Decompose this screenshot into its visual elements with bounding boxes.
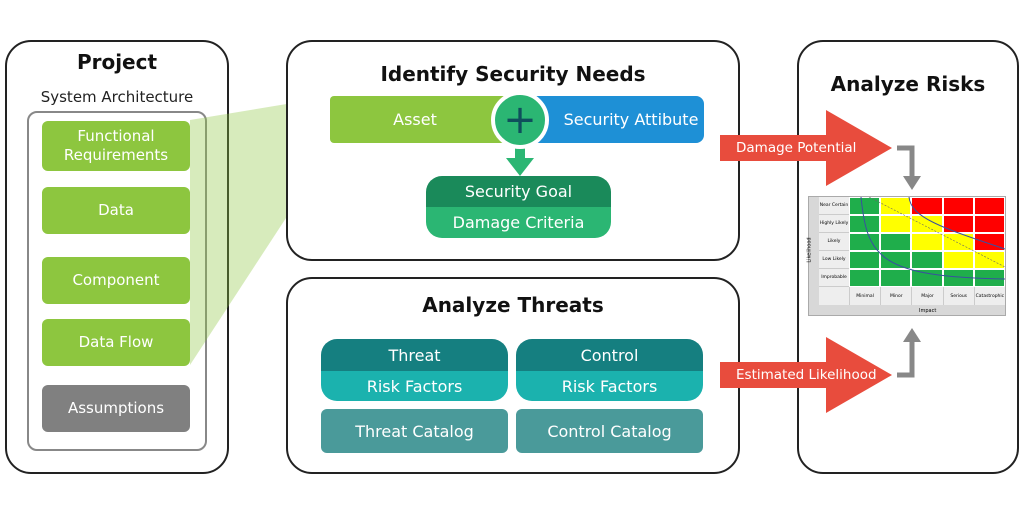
row-label: Highly Likely bbox=[819, 215, 849, 233]
col-label: Minor bbox=[880, 287, 912, 305]
grey-arrow-down bbox=[897, 145, 915, 178]
damage-potential-label: Damage Potential bbox=[736, 140, 857, 156]
row-label: Low Likely bbox=[819, 251, 849, 269]
estimated-likelihood-label: Estimated Likelihood bbox=[736, 367, 877, 383]
row-label: Likely bbox=[819, 233, 849, 251]
matrix-xlabel: Impact bbox=[919, 308, 937, 314]
col-label: Minimal bbox=[849, 287, 881, 305]
risk-matrix: Likelihood Impact Near Certain Highly Lik… bbox=[806, 196, 1006, 316]
grey-arrow-up bbox=[897, 340, 915, 378]
corner bbox=[819, 287, 849, 305]
risk-curves bbox=[860, 197, 1005, 280]
col-label: Major bbox=[911, 287, 943, 305]
col-label: Catastrophic bbox=[973, 287, 1005, 305]
row-label: Improbable bbox=[819, 269, 849, 287]
col-label: Serious bbox=[942, 287, 974, 305]
row-label: Near Certain bbox=[819, 197, 849, 215]
matrix-ylabel: Likelihood bbox=[806, 237, 813, 263]
